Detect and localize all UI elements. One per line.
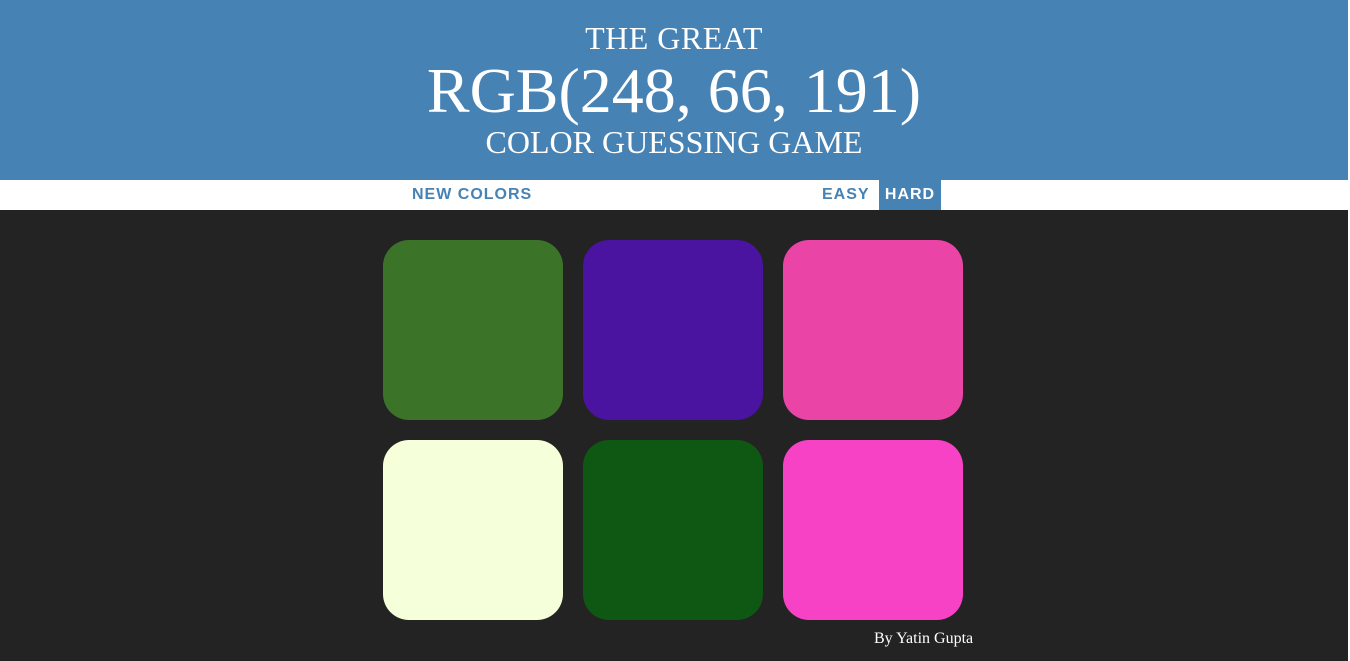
header-line-top: THE GREAT (585, 20, 763, 56)
target-rgb-display: RGB(248, 66, 191) (426, 55, 922, 126)
game-header: THE GREAT RGB(248, 66, 191) COLOR GUESSI… (0, 0, 1348, 180)
hard-mode-button[interactable]: HARD (879, 180, 941, 210)
color-square[interactable] (583, 240, 763, 420)
color-square[interactable] (583, 440, 763, 620)
header-line-bottom: COLOR GUESSING GAME (485, 124, 863, 160)
color-square[interactable] (383, 240, 563, 420)
easy-mode-button[interactable]: EASY (816, 180, 876, 210)
color-square[interactable] (783, 240, 963, 420)
control-stripe: NEW COLORS EASY HARD (0, 180, 1348, 210)
color-square[interactable] (783, 440, 963, 620)
color-square[interactable] (383, 440, 563, 620)
new-colors-button[interactable]: NEW COLORS (406, 180, 538, 210)
author-credit: By Yatin Gupta (874, 630, 974, 647)
